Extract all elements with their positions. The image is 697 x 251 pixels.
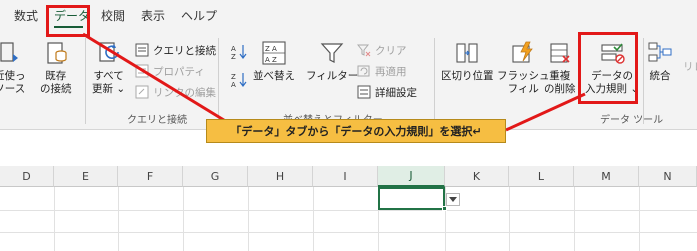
highlight-data-validation: [578, 32, 638, 104]
arrow-to-data-validation: [505, 92, 586, 132]
highlight-data-tab: [46, 5, 90, 37]
excel-window: 数式 データ 校閲 表示 ヘルプ 近使っ ソース 既存 の接続: [0, 0, 697, 251]
arrow-to-data-tab: [82, 32, 233, 127]
instruction-callout-text: 「データ」タブから「データの入力規則」を選択↵: [230, 125, 482, 138]
instruction-callout: 「データ」タブから「データの入力規則」を選択↵: [206, 119, 506, 143]
